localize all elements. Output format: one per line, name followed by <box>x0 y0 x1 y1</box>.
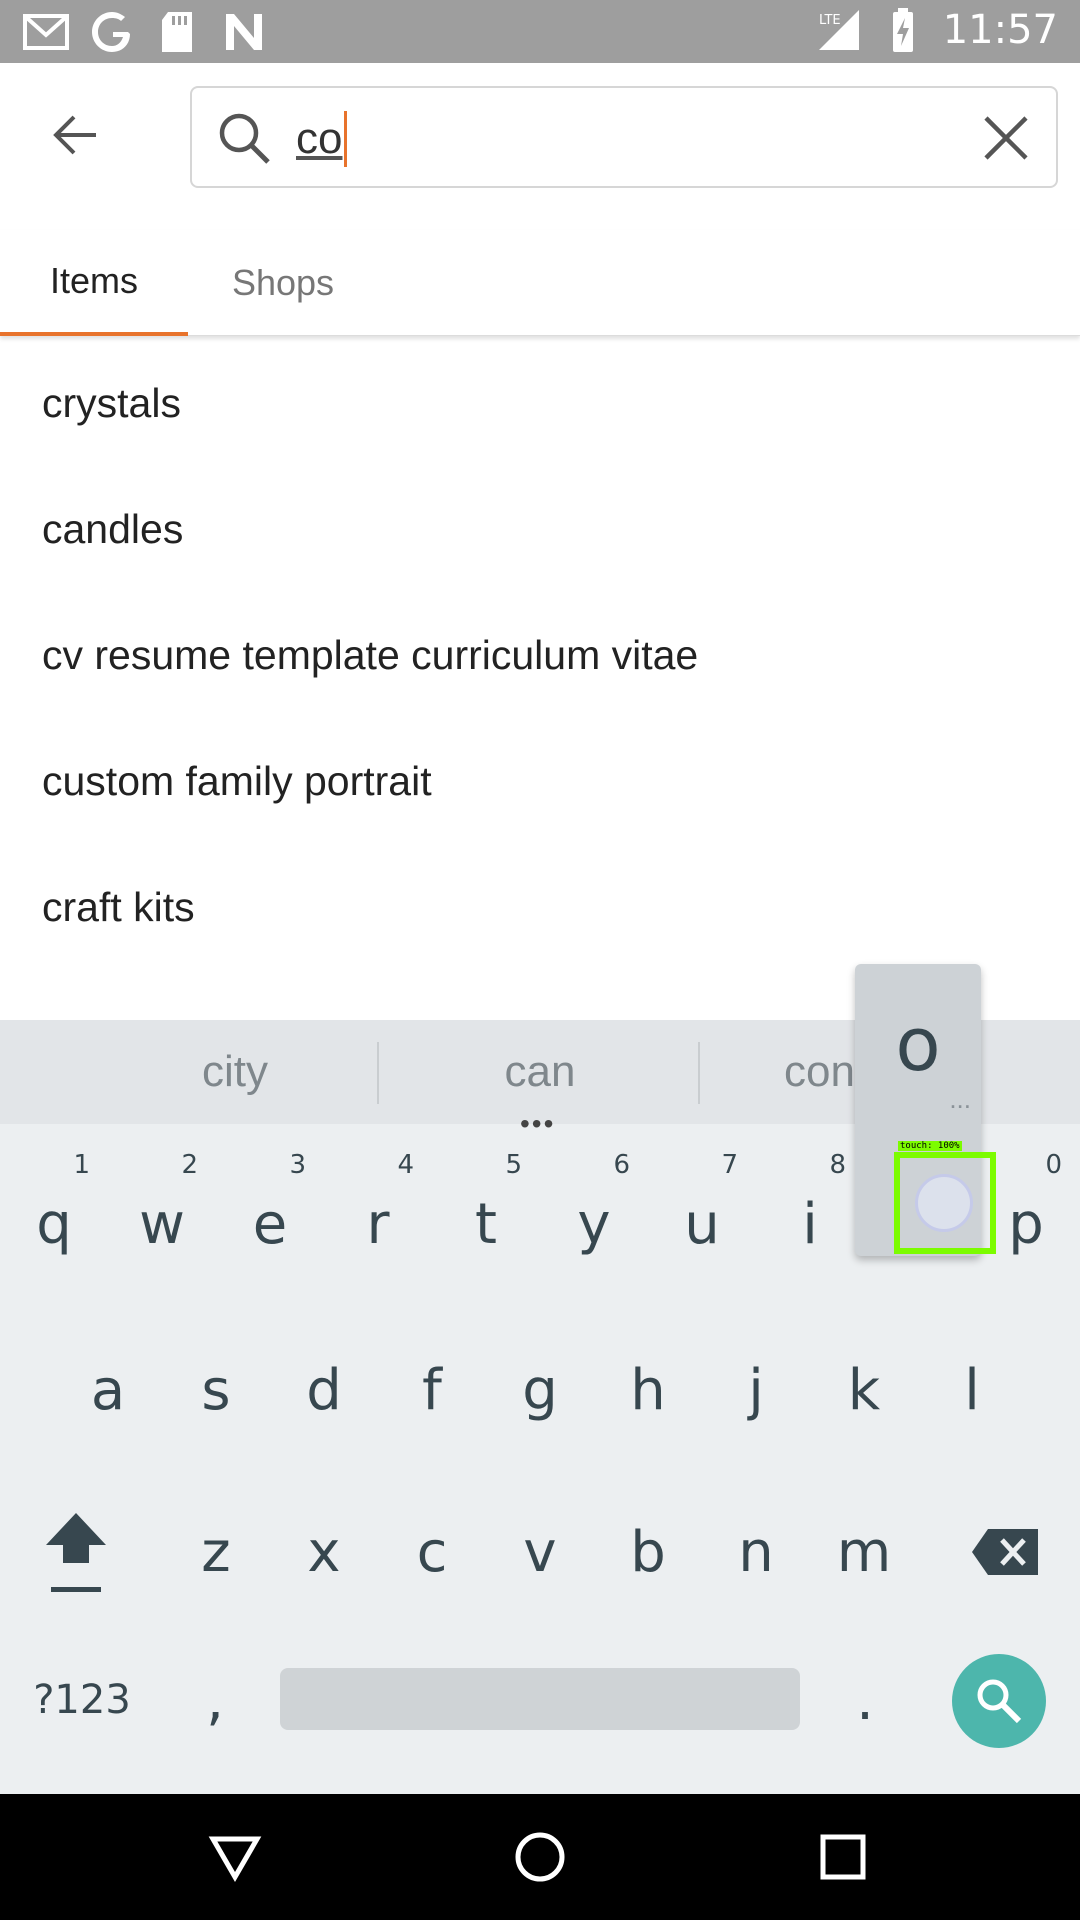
suggestion-item[interactable]: craft kits <box>0 844 1080 970</box>
key-h[interactable]: h <box>594 1320 702 1460</box>
key-k[interactable]: k <box>810 1320 918 1460</box>
n-icon <box>226 14 262 50</box>
key-z[interactable]: z <box>162 1482 270 1622</box>
key-i[interactable]: i8 <box>756 1150 864 1294</box>
key-hint: 0 <box>1045 1150 1062 1180</box>
search-key[interactable] <box>952 1654 1046 1748</box>
tab-items[interactable]: Items <box>0 230 188 336</box>
suggestion-item[interactable]: cv resume template curriculum vitae <box>0 592 1080 718</box>
backspace-key[interactable] <box>950 1482 1060 1622</box>
touch-indicator-label: touch: 100% <box>898 1141 962 1151</box>
key-hint: 7 <box>721 1150 738 1180</box>
status-bar: LTE 11:57 <box>0 0 1080 63</box>
key-hint: 4 <box>397 1150 414 1180</box>
period-key[interactable]: . <box>810 1650 920 1750</box>
shift-arrow-icon <box>46 1513 106 1592</box>
symbols-key[interactable]: ?123 <box>20 1650 144 1750</box>
comma-key[interactable]: , <box>160 1650 270 1750</box>
lte-signal-icon: LTE <box>818 10 859 50</box>
status-bar-right: LTE 11:57 <box>815 6 1058 54</box>
square-recents-icon <box>820 1834 866 1880</box>
search-icon <box>219 113 270 164</box>
nav-recents-button[interactable] <box>808 1822 878 1892</box>
search-input[interactable]: co <box>296 108 348 170</box>
key-c[interactable]: c <box>378 1482 486 1622</box>
key-hint: 8 <box>829 1150 846 1180</box>
key-hint: 2 <box>181 1150 198 1180</box>
key-label: u <box>684 1191 720 1257</box>
suggestion-item[interactable]: candles <box>0 466 1080 592</box>
key-v[interactable]: v <box>486 1482 594 1622</box>
triangle-back-icon <box>208 1836 262 1882</box>
popup-more-indicator: ... <box>949 1084 971 1114</box>
key-y[interactable]: y6 <box>540 1150 648 1294</box>
key-hint: 3 <box>289 1150 306 1180</box>
popup-letter: o <box>895 1002 941 1088</box>
key-label: w <box>139 1191 185 1257</box>
key-t[interactable]: t5 <box>432 1150 540 1294</box>
key-label: e <box>252 1191 288 1257</box>
key-b[interactable]: b <box>594 1482 702 1622</box>
key-w[interactable]: w2 <box>108 1150 216 1294</box>
gmail-icon <box>23 14 69 50</box>
search-query: co <box>296 114 343 163</box>
clock: 11:57 <box>942 7 1058 53</box>
key-x[interactable]: x <box>270 1482 378 1622</box>
tab-bar: Items Shops <box>0 230 1080 336</box>
tab-shops[interactable]: Shops <box>188 230 378 336</box>
key-r[interactable]: r4 <box>324 1150 432 1294</box>
key-d[interactable]: d <box>270 1320 378 1460</box>
key-g[interactable]: g <box>486 1320 594 1460</box>
backspace-icon <box>972 1529 1038 1575</box>
suggestion-item[interactable]: crystals <box>0 340 1080 466</box>
key-label: t <box>475 1191 497 1257</box>
key-l[interactable]: l <box>918 1320 1026 1460</box>
key-j[interactable]: j <box>702 1320 810 1460</box>
key-hint: 6 <box>613 1150 630 1180</box>
text-cursor <box>344 111 348 167</box>
key-u[interactable]: u7 <box>648 1150 756 1294</box>
arrow-left-icon <box>53 115 96 155</box>
key-s[interactable]: s <box>162 1320 270 1460</box>
key-f[interactable]: f <box>378 1320 486 1460</box>
navigation-bar <box>0 1794 1080 1920</box>
sd-card-icon <box>162 12 192 52</box>
google-icon <box>92 12 130 52</box>
suggestion-list: crystals candles cv resume template curr… <box>0 340 1080 1020</box>
touch-point <box>915 1174 973 1232</box>
back-button[interactable] <box>40 100 110 170</box>
lte-label: LTE <box>819 13 841 28</box>
search-box[interactable]: co <box>190 86 1058 188</box>
shift-key[interactable] <box>20 1482 132 1622</box>
key-a[interactable]: a <box>54 1320 162 1460</box>
suggestion-item[interactable]: custom family portrait <box>0 718 1080 844</box>
space-key[interactable] <box>280 1668 800 1730</box>
key-hint: 1 <box>73 1150 90 1180</box>
key-n[interactable]: n <box>702 1482 810 1622</box>
more-suggestions-icon: ••• <box>520 1108 556 1139</box>
divider <box>698 1042 700 1104</box>
key-m[interactable]: m <box>810 1482 918 1622</box>
key-label: y <box>577 1191 611 1257</box>
key-e[interactable]: e3 <box>216 1150 324 1294</box>
status-bar-left <box>22 8 268 56</box>
nav-home-button[interactable] <box>505 1822 575 1892</box>
circle-home-icon <box>515 1832 565 1882</box>
key-label: i <box>802 1191 818 1257</box>
key-q[interactable]: q1 <box>0 1150 108 1294</box>
key-label: q <box>36 1191 72 1257</box>
close-icon[interactable] <box>978 110 1034 166</box>
divider <box>377 1042 379 1104</box>
keyboard-suggestion[interactable]: city <box>90 1020 380 1124</box>
nav-back-button[interactable] <box>200 1822 270 1892</box>
search-icon <box>977 1679 1022 1724</box>
key-label: r <box>366 1191 390 1257</box>
battery-charging-icon <box>892 8 913 52</box>
key-hint: 5 <box>505 1150 522 1180</box>
key-label: p <box>1008 1191 1044 1257</box>
